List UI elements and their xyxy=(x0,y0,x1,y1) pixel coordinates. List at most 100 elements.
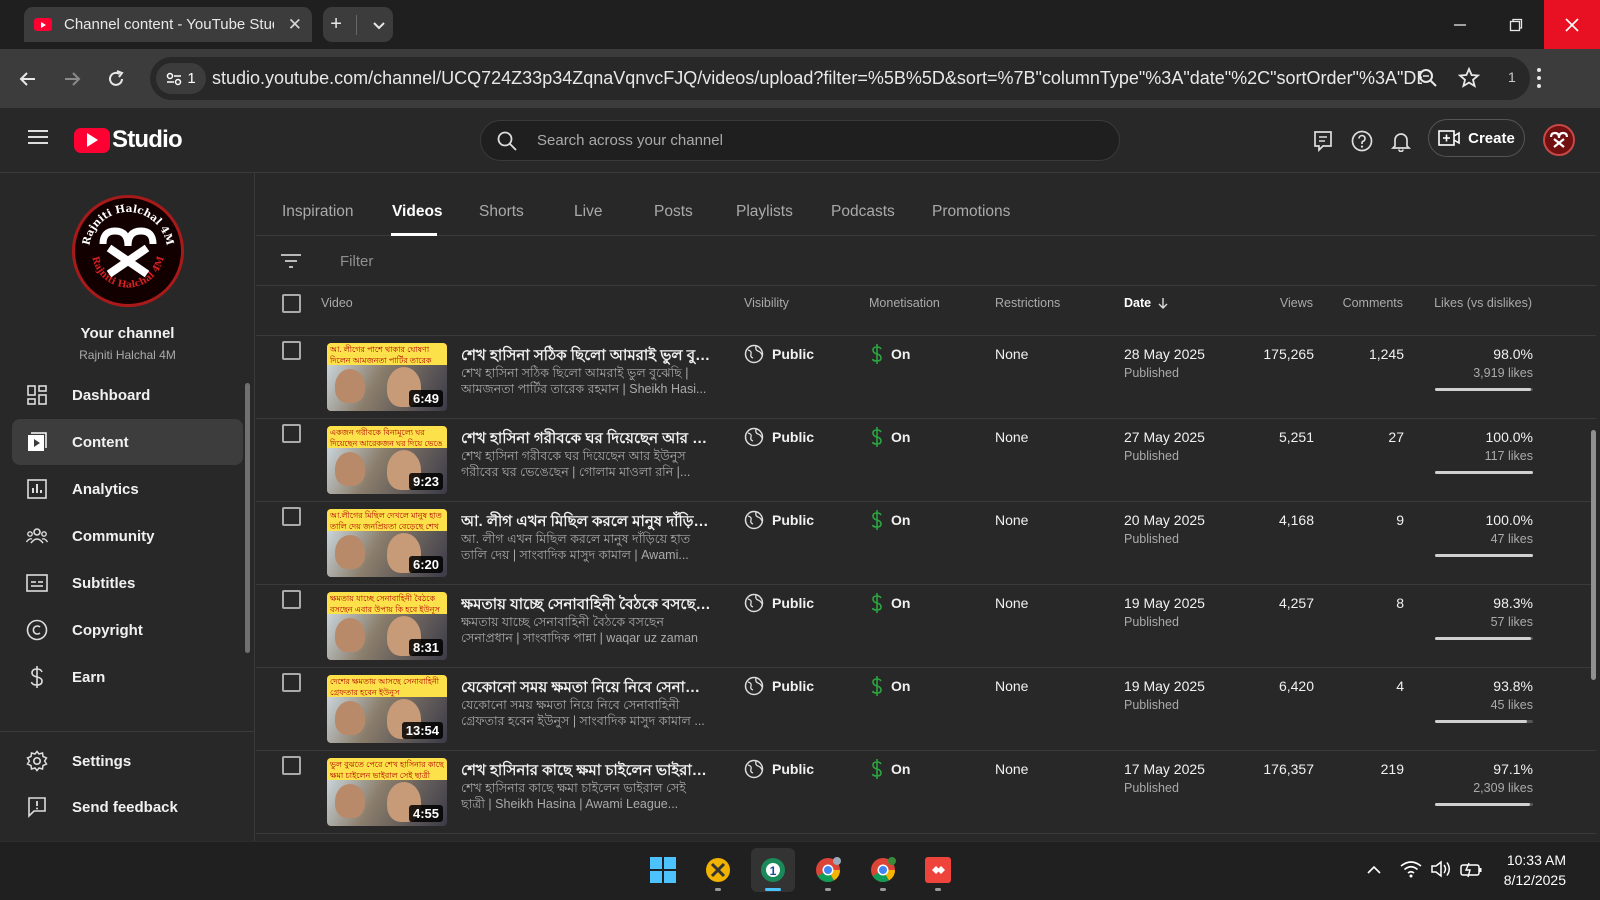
tab-posts[interactable]: Posts xyxy=(654,203,693,221)
chrome-canary-badge-icon[interactable]: 1 xyxy=(751,848,795,892)
visibility-value: Public xyxy=(772,429,815,445)
app-x-icon[interactable] xyxy=(696,848,740,892)
row-checkbox[interactable] xyxy=(282,341,301,360)
extensions-count[interactable]: 1 xyxy=(1508,69,1516,85)
tab-playlists[interactable]: Playlists xyxy=(736,203,793,221)
chrome-profile-icon[interactable] xyxy=(861,848,905,892)
channel-avatar[interactable]: Rajniti Halchal 4M Rajniti Halchal 4M xyxy=(72,195,184,307)
restore-icon[interactable] xyxy=(1488,0,1544,49)
filter-input[interactable]: Filter xyxy=(340,253,373,270)
create-button[interactable]: Create xyxy=(1428,119,1525,157)
visibility-cell[interactable]: Public xyxy=(744,427,814,447)
monetisation-cell[interactable]: On xyxy=(871,427,910,447)
taskbar-clock[interactable]: 10:33 AM 8/12/2025 xyxy=(1504,850,1566,890)
row-checkbox[interactable] xyxy=(282,673,301,692)
account-avatar[interactable] xyxy=(1543,124,1575,156)
sidebar-item-community[interactable]: Community xyxy=(12,513,243,559)
main-scrollbar[interactable] xyxy=(1591,430,1596,680)
video-thumbnail[interactable]: ভুল বুঝতে পেরে শেখ হাসিনার কাছে ক্ষমা চা… xyxy=(327,758,447,826)
visibility-cell[interactable]: Public xyxy=(744,510,814,530)
likes-count: 117 likes xyxy=(1484,449,1533,463)
window-close-icon[interactable] xyxy=(1544,0,1600,49)
row-checkbox[interactable] xyxy=(282,507,301,526)
select-all-checkbox[interactable] xyxy=(282,294,301,313)
new-tab-plus-icon[interactable]: + xyxy=(330,13,342,36)
restrictions-value: None xyxy=(995,678,1029,694)
sidebar-item-analytics[interactable]: Analytics xyxy=(12,466,243,512)
filter-icon[interactable] xyxy=(281,253,301,269)
bookmark-star-icon[interactable] xyxy=(1458,67,1480,89)
visibility-cell[interactable]: Public xyxy=(744,676,814,696)
row-checkbox[interactable] xyxy=(282,590,301,609)
url-text[interactable]: studio.youtube.com/channel/UCQ724Z33p34Z… xyxy=(212,68,1422,89)
monetisation-cell[interactable]: On xyxy=(871,593,910,613)
reload-icon[interactable] xyxy=(102,65,130,93)
table-row[interactable]: আ. লীগের পাশে থাকার ঘোষণা দিলেন আমজনতা প… xyxy=(256,336,1596,419)
col-date-sorted[interactable]: Date xyxy=(1124,296,1169,310)
sidebar-item-dashboard[interactable]: Dashboard xyxy=(12,372,243,418)
zoom-icon[interactable] xyxy=(1418,68,1438,88)
visibility-cell[interactable]: Public xyxy=(744,759,814,779)
new-tab-group: + xyxy=(323,7,393,42)
forward-arrow-icon[interactable] xyxy=(58,65,86,93)
tab-close-icon[interactable]: ✕ xyxy=(288,15,302,35)
studio-logo[interactable]: Studio xyxy=(74,126,183,154)
address-bar[interactable]: 1 studio.youtube.com/channel/UCQ724Z33p3… xyxy=(150,57,1530,100)
visibility-cell[interactable]: Public xyxy=(744,593,814,613)
browser-menu-icon[interactable] xyxy=(1536,67,1542,89)
tab-promotions[interactable]: Promotions xyxy=(932,203,1010,221)
video-thumbnail[interactable]: ক্ষমতায় যাচ্ছে সেনাবাহিনী বৈঠকে বসছেন এ… xyxy=(327,592,447,660)
sidebar-item-content[interactable]: Content xyxy=(12,419,243,465)
hamburger-menu-icon[interactable] xyxy=(28,129,48,145)
sidebar-item-subtitles[interactable]: Subtitles xyxy=(12,560,243,606)
tab-podcasts[interactable]: Podcasts xyxy=(831,203,895,221)
row-checkbox[interactable] xyxy=(282,756,301,775)
minimize-icon[interactable] xyxy=(1432,0,1488,49)
tab-inspiration[interactable]: Inspiration xyxy=(282,203,354,221)
windows-start-icon[interactable] xyxy=(641,848,685,892)
monetisation-cell[interactable]: On xyxy=(871,344,910,364)
chrome-icon[interactable] xyxy=(806,848,850,892)
video-description: আ. লীগ এখন মিছিল করলে মানুষ দাঁড়িয়ে হা… xyxy=(461,532,691,562)
sidebar-scrollbar[interactable] xyxy=(245,383,250,653)
table-row[interactable]: আ.লীগের মিছিল দেখলে মানুষ হাত তালি দেয় … xyxy=(256,502,1596,585)
browser-tab[interactable]: Channel content - YouTube Studio ✕ xyxy=(24,7,312,42)
table-row[interactable]: দেশের ক্ষমতায় আসছে সেনাবাহিনী গ্রেফতার … xyxy=(256,668,1596,751)
tab-shorts[interactable]: Shorts xyxy=(479,203,524,221)
tab-live[interactable]: Live xyxy=(574,203,602,221)
thumbnail-caption: দেশের ক্ষমতায় আসছে সেনাবাহিনী গ্রেফতার … xyxy=(327,675,447,697)
sidebar-item-settings[interactable]: Settings xyxy=(12,738,243,784)
table-row[interactable]: ভুল বুঝতে পেরে শেখ হাসিনার কাছে ক্ষমা চা… xyxy=(256,751,1596,834)
tray-chevron-up-icon[interactable] xyxy=(1366,864,1382,874)
back-arrow-icon[interactable] xyxy=(14,65,42,93)
anydesk-icon[interactable] xyxy=(916,848,960,892)
notifications-bell-icon[interactable] xyxy=(1388,128,1414,154)
video-thumbnail[interactable]: একজন গরীবকে বিনামূল্যে ঘর দিয়েছেন আরেকজ… xyxy=(327,426,447,494)
sidebar-item-send-feedback[interactable]: Send feedback xyxy=(12,784,243,830)
monetisation-cell[interactable]: On xyxy=(871,676,910,696)
video-thumbnail[interactable]: আ.লীগের মিছিল দেখলে মানুষ হাত তালি দেয় … xyxy=(327,509,447,577)
video-thumbnail[interactable]: দেশের ক্ষমতায় আসছে সেনাবাহিনী গ্রেফতার … xyxy=(327,675,447,743)
likes-percent: 98.3% xyxy=(1493,595,1533,611)
row-checkbox[interactable] xyxy=(282,424,301,443)
search-input[interactable] xyxy=(537,121,1097,160)
sidebar-item-earn[interactable]: Earn xyxy=(12,654,243,700)
sidebar-item-copyright[interactable]: Copyright xyxy=(12,607,243,653)
table-row[interactable]: ক্ষমতায় যাচ্ছে সেনাবাহিনী বৈঠকে বসছেন এ… xyxy=(256,585,1596,668)
publish-status: Published xyxy=(1124,366,1179,380)
your-channel-title[interactable]: Your channel xyxy=(0,325,255,342)
monetisation-cell[interactable]: On xyxy=(871,759,910,779)
tab-videos[interactable]: Videos xyxy=(392,203,443,221)
monetisation-cell[interactable]: On xyxy=(871,510,910,530)
video-thumbnail[interactable]: আ. লীগের পাশে থাকার ঘোষণা দিলেন আমজনতা প… xyxy=(327,343,447,411)
site-info-chip[interactable]: 1 xyxy=(156,63,206,94)
table-row[interactable]: একজন গরীবকে বিনামূল্যে ঘর দিয়েছেন আরেকজ… xyxy=(256,419,1596,502)
wifi-icon[interactable] xyxy=(1400,860,1422,878)
battery-icon[interactable] xyxy=(1460,860,1484,878)
channel-search[interactable] xyxy=(480,120,1120,161)
help-icon[interactable] xyxy=(1349,128,1375,154)
messages-icon[interactable] xyxy=(1310,128,1336,154)
volume-icon[interactable] xyxy=(1430,860,1452,878)
tab-search-chevron-icon[interactable] xyxy=(372,18,386,32)
visibility-cell[interactable]: Public xyxy=(744,344,814,364)
